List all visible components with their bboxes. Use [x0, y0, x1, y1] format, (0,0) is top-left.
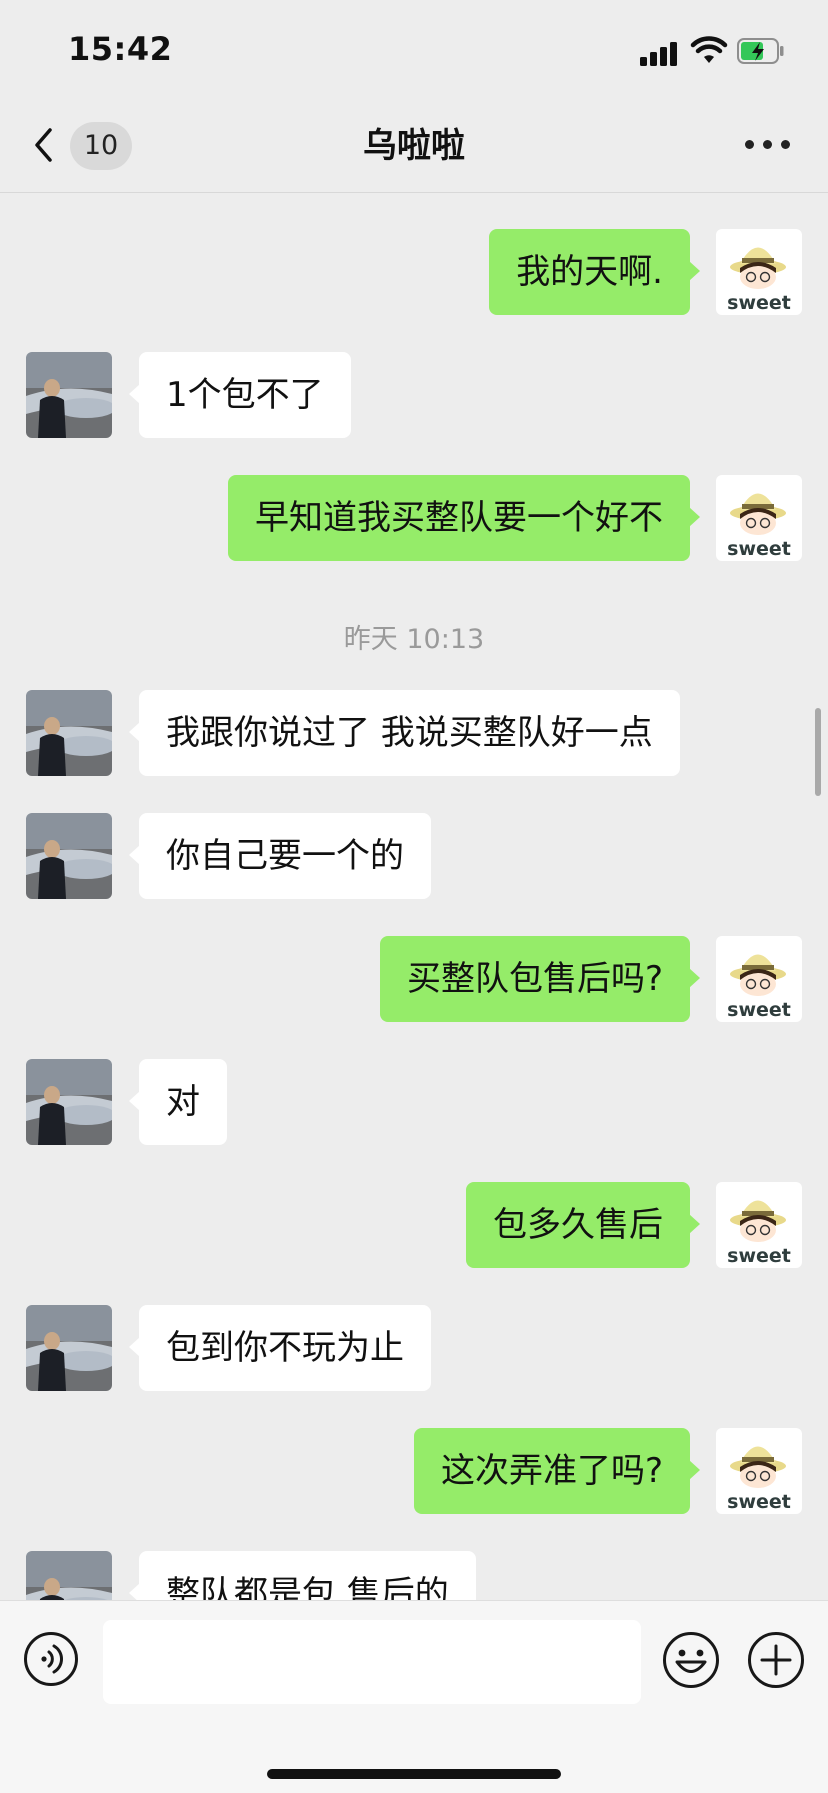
message-bubble[interactable]: 早知道我买整队要一个好不: [228, 475, 700, 561]
message-row-incoming: 我跟你说过了 我说买整队好一点: [0, 690, 828, 778]
emoji-icon[interactable]: [662, 1631, 720, 1689]
message-row-incoming: 1个包不了: [0, 352, 828, 440]
message-bubble[interactable]: 1个包不了: [129, 352, 351, 438]
self-avatar[interactable]: sweet: [716, 229, 802, 315]
self-avatar[interactable]: sweet: [716, 936, 802, 1022]
contact-avatar[interactable]: [26, 690, 112, 776]
message-row-incoming: 整队都是包 售后的: [0, 1551, 828, 1600]
message-row-incoming: 你自己要一个的: [0, 813, 828, 901]
self-avatar[interactable]: sweet: [716, 1428, 802, 1514]
contact-avatar[interactable]: [26, 1551, 112, 1600]
contact-avatar[interactable]: [26, 352, 112, 438]
self-avatar[interactable]: sweet: [716, 1182, 802, 1268]
input-bar: [0, 1600, 828, 1793]
self-avatar[interactable]: sweet: [716, 475, 802, 561]
svg-text:sweet: sweet: [727, 538, 791, 560]
message-row-outgoing: 早知道我买整队要一个好不 sweet: [0, 475, 828, 563]
message-bubble[interactable]: 包多久售后: [466, 1182, 700, 1268]
chat-header: 10 乌啦啦: [0, 100, 828, 193]
message-bubble[interactable]: 你自己要一个的: [129, 813, 431, 899]
message-row-outgoing: 我的天啊. sweet: [0, 229, 828, 317]
battery-icon: [737, 38, 784, 64]
voice-icon[interactable]: [23, 1631, 79, 1687]
chat-title: 乌啦啦: [363, 126, 465, 166]
time-divider: 昨天 10:13: [343, 624, 485, 655]
svg-text:sweet: sweet: [727, 1245, 791, 1267]
status-time: 15:42: [68, 30, 173, 68]
status-bar: 15:42: [0, 0, 828, 100]
scroll-indicator[interactable]: [815, 708, 821, 796]
message-input[interactable]: [103, 1620, 641, 1704]
wifi-icon: [690, 36, 728, 63]
message-bubble[interactable]: 买整队包售后吗?: [379, 936, 701, 1022]
contact-avatar[interactable]: [26, 813, 112, 899]
home-indicator[interactable]: [267, 1769, 561, 1779]
message-row-outgoing: 这次弄准了吗? sweet: [0, 1428, 828, 1516]
svg-text:sweet: sweet: [727, 292, 791, 314]
contact-avatar[interactable]: [26, 1059, 112, 1145]
message-row-outgoing: 包多久售后 sweet: [0, 1182, 828, 1270]
message-bubble[interactable]: 我的天啊.: [489, 229, 700, 315]
signal-icon: [640, 40, 680, 66]
message-row-incoming: 包到你不玩为止: [0, 1305, 828, 1393]
message-bubble[interactable]: 这次弄准了吗?: [413, 1428, 701, 1514]
message-row-outgoing: 买整队包售后吗? sweet: [0, 936, 828, 1024]
plus-icon[interactable]: [747, 1631, 805, 1689]
message-row-incoming: 对: [0, 1059, 828, 1147]
message-bubble[interactable]: 我跟你说过了 我说买整队好一点: [129, 690, 680, 776]
svg-text:sweet: sweet: [727, 999, 791, 1021]
message-bubble[interactable]: 对: [129, 1059, 227, 1145]
more-dots-icon[interactable]: [745, 138, 791, 152]
svg-text:sweet: sweet: [727, 1491, 791, 1513]
message-bubble[interactable]: 整队都是包 售后的: [129, 1551, 476, 1600]
contact-avatar[interactable]: [26, 1305, 112, 1391]
message-list[interactable]: 我的天啊. sweet 1个包不了 早知道我买整队要一个好不 sweet 昨天 …: [0, 193, 828, 1600]
message-bubble[interactable]: 包到你不玩为止: [129, 1305, 431, 1391]
